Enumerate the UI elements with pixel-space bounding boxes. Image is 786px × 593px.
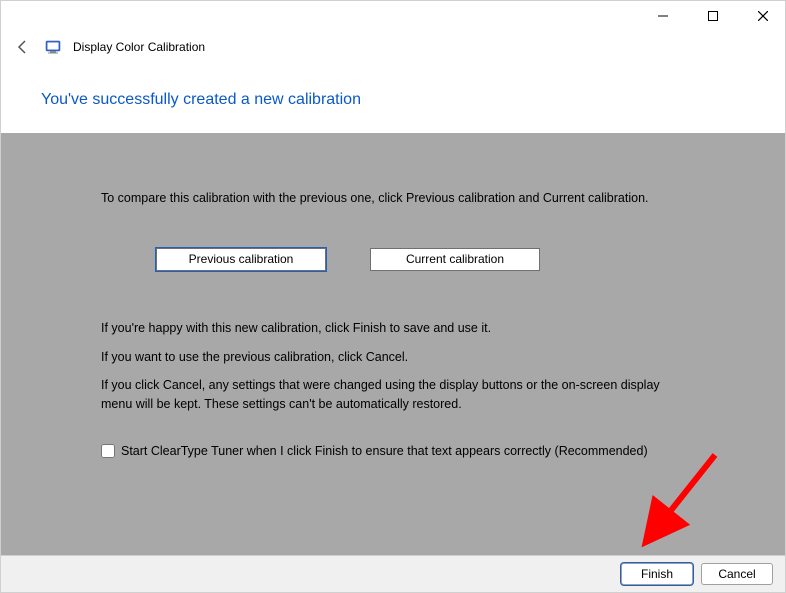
current-calibration-button[interactable]: Current calibration — [370, 248, 540, 271]
cleartype-checkbox[interactable] — [101, 444, 115, 458]
titlebar — [1, 1, 785, 31]
back-button[interactable] — [13, 37, 33, 57]
compare-buttons: Previous calibration Current calibration — [156, 248, 685, 271]
finish-button[interactable]: Finish — [621, 563, 693, 585]
header: Display Color Calibration — [1, 31, 785, 69]
para-cancel-note: If you click Cancel, any settings that w… — [101, 376, 685, 414]
footer: Finish Cancel — [1, 555, 785, 592]
intro-text: To compare this calibration with the pre… — [101, 189, 685, 208]
cancel-button[interactable]: Cancel — [701, 563, 773, 585]
app-title: Display Color Calibration — [73, 40, 205, 54]
page-heading: You've successfully created a new calibr… — [1, 69, 785, 133]
previous-calibration-button[interactable]: Previous calibration — [156, 248, 326, 271]
close-button[interactable] — [749, 2, 777, 30]
app-icon — [45, 39, 61, 55]
content-area: To compare this calibration with the pre… — [1, 133, 785, 575]
minimize-button[interactable] — [649, 2, 677, 30]
cleartype-checkbox-label[interactable]: Start ClearType Tuner when I click Finis… — [121, 442, 685, 461]
maximize-button[interactable] — [699, 2, 727, 30]
para-finish: If you're happy with this new calibratio… — [101, 319, 685, 338]
para-cancel: If you want to use the previous calibrat… — [101, 348, 685, 367]
cleartype-checkbox-row: Start ClearType Tuner when I click Finis… — [101, 442, 685, 461]
